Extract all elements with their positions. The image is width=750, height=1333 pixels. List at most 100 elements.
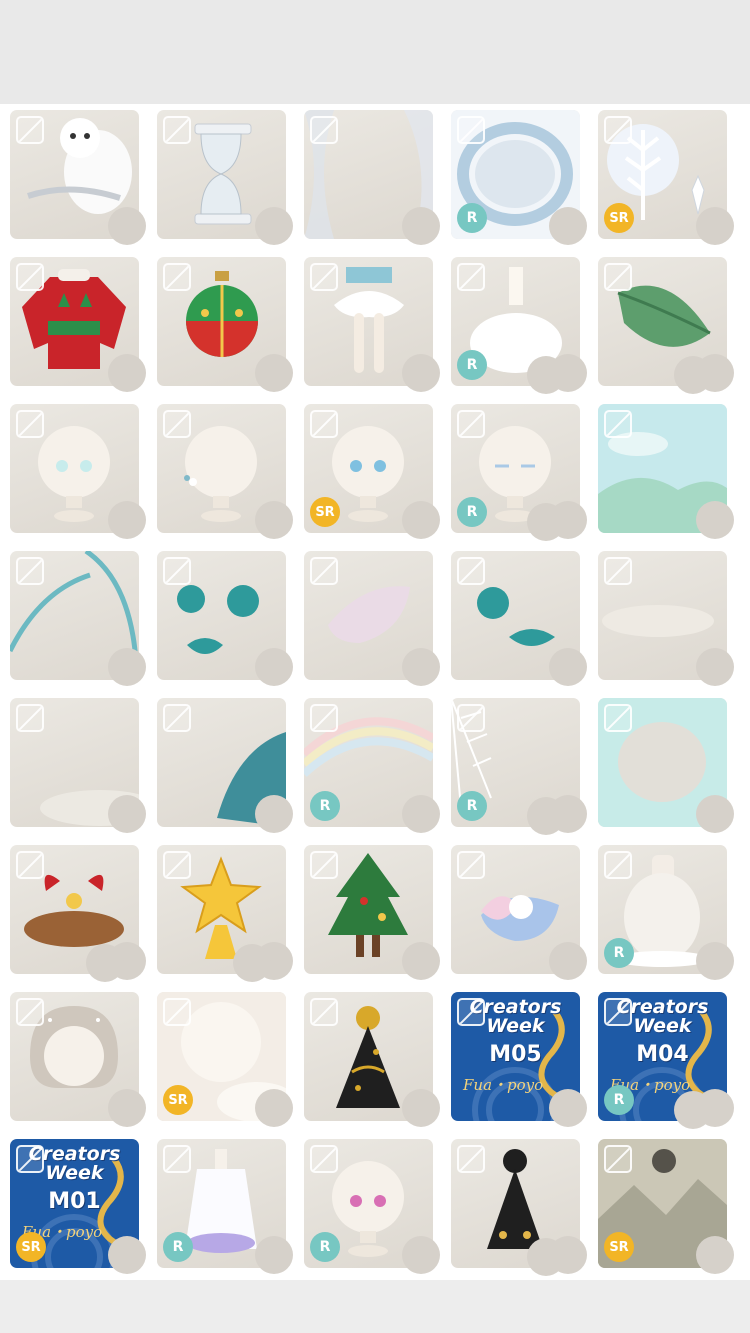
select-checkbox[interactable] — [16, 263, 44, 291]
item-tile[interactable] — [598, 698, 734, 833]
select-checkbox[interactable] — [457, 851, 485, 879]
item-tile[interactable] — [304, 110, 440, 245]
select-checkbox[interactable] — [310, 704, 338, 732]
select-checkbox[interactable] — [604, 1145, 632, 1173]
select-checkbox[interactable] — [310, 1145, 338, 1173]
item-tile[interactable] — [10, 698, 146, 833]
select-checkbox[interactable] — [604, 410, 632, 438]
item-tile[interactable] — [157, 551, 293, 686]
select-checkbox[interactable] — [457, 263, 485, 291]
item-tile[interactable] — [10, 257, 146, 392]
select-checkbox[interactable] — [457, 1145, 485, 1173]
select-checkbox[interactable] — [604, 704, 632, 732]
select-checkbox[interactable] — [310, 557, 338, 585]
item-tile[interactable]: Creators Week M05 Fua・poyo — [451, 992, 587, 1127]
item-tile[interactable] — [598, 551, 734, 686]
item-tile[interactable] — [304, 551, 440, 686]
item-tile[interactable]: R — [451, 404, 587, 541]
item-tile[interactable]: R — [157, 1139, 293, 1274]
item-tile[interactable] — [10, 110, 146, 245]
select-checkbox[interactable] — [163, 410, 191, 438]
item-tile[interactable] — [157, 404, 293, 539]
item-count-dot — [696, 501, 734, 539]
item-tile[interactable] — [157, 698, 293, 833]
select-checkbox[interactable] — [457, 704, 485, 732]
item-tile[interactable] — [304, 257, 440, 392]
item-tile[interactable]: SR — [598, 1139, 734, 1274]
select-checkbox[interactable] — [16, 1145, 44, 1173]
item-tile[interactable] — [10, 404, 146, 539]
select-checkbox[interactable] — [163, 1145, 191, 1173]
item-tile[interactable] — [157, 845, 293, 982]
item-count-dot — [255, 354, 293, 392]
select-checkbox[interactable] — [16, 851, 44, 879]
item-tile[interactable] — [451, 1139, 587, 1276]
item-tile[interactable] — [10, 845, 146, 982]
bottom-bar — [0, 1280, 750, 1333]
item-tile[interactable] — [304, 845, 440, 980]
item-count-dot — [402, 354, 440, 392]
item-tile[interactable]: R — [304, 698, 440, 833]
select-checkbox[interactable] — [604, 557, 632, 585]
item-tile[interactable]: Creators Week M01 Fua・poyo SR — [10, 1139, 146, 1274]
item-tile[interactable]: R — [304, 1139, 440, 1274]
select-checkbox[interactable] — [310, 410, 338, 438]
item-count-dot — [527, 1236, 587, 1276]
item-tile[interactable]: SR — [598, 110, 734, 245]
select-checkbox[interactable] — [604, 116, 632, 144]
select-checkbox[interactable] — [16, 557, 44, 585]
item-tile[interactable] — [157, 110, 293, 245]
item-tile[interactable] — [304, 992, 440, 1127]
item-tile[interactable]: R — [451, 110, 587, 245]
item-tile[interactable] — [451, 551, 587, 686]
item-count-dot — [549, 207, 587, 245]
item-tile[interactable]: Creators Week M04 Fua・poyo R — [598, 992, 734, 1129]
select-checkbox[interactable] — [16, 998, 44, 1026]
item-count-dot — [402, 648, 440, 686]
item-tile[interactable] — [598, 257, 734, 394]
select-checkbox[interactable] — [163, 998, 191, 1026]
rarity-badge: SR — [310, 497, 340, 527]
select-checkbox[interactable] — [457, 410, 485, 438]
item-tile[interactable]: SR — [304, 404, 440, 539]
item-count-dot — [674, 354, 734, 394]
rarity-badge: R — [457, 350, 487, 380]
select-checkbox[interactable] — [310, 851, 338, 879]
item-tile[interactable] — [598, 404, 734, 539]
select-checkbox[interactable] — [163, 851, 191, 879]
item-count-dot — [108, 1089, 146, 1127]
select-checkbox[interactable] — [604, 998, 632, 1026]
item-tile[interactable] — [157, 257, 293, 392]
select-checkbox[interactable] — [457, 116, 485, 144]
rarity-badge: R — [457, 791, 487, 821]
select-checkbox[interactable] — [163, 263, 191, 291]
select-checkbox[interactable] — [163, 704, 191, 732]
select-checkbox[interactable] — [163, 557, 191, 585]
item-count-dot — [696, 648, 734, 686]
select-checkbox[interactable] — [457, 998, 485, 1026]
item-tile[interactable]: SR — [157, 992, 293, 1127]
select-checkbox[interactable] — [604, 851, 632, 879]
select-checkbox[interactable] — [310, 116, 338, 144]
select-checkbox[interactable] — [16, 704, 44, 732]
select-checkbox[interactable] — [16, 410, 44, 438]
item-count-dot — [108, 354, 146, 392]
item-count-dot — [402, 207, 440, 245]
item-count-dot — [696, 207, 734, 245]
item-tile[interactable] — [451, 845, 587, 980]
item-tile[interactable]: R — [451, 257, 587, 394]
select-checkbox[interactable] — [604, 263, 632, 291]
select-checkbox[interactable] — [310, 998, 338, 1026]
item-tile[interactable]: R — [451, 698, 587, 835]
item-tile[interactable] — [10, 551, 146, 686]
item-tile[interactable]: R — [598, 845, 734, 980]
item-count-dot — [108, 795, 146, 833]
select-checkbox[interactable] — [163, 116, 191, 144]
item-count-dot — [696, 942, 734, 980]
select-checkbox[interactable] — [457, 557, 485, 585]
select-checkbox[interactable] — [16, 116, 44, 144]
item-tile[interactable] — [10, 992, 146, 1127]
item-count-dot — [86, 942, 146, 982]
select-checkbox[interactable] — [310, 263, 338, 291]
item-count-dot — [255, 795, 293, 833]
